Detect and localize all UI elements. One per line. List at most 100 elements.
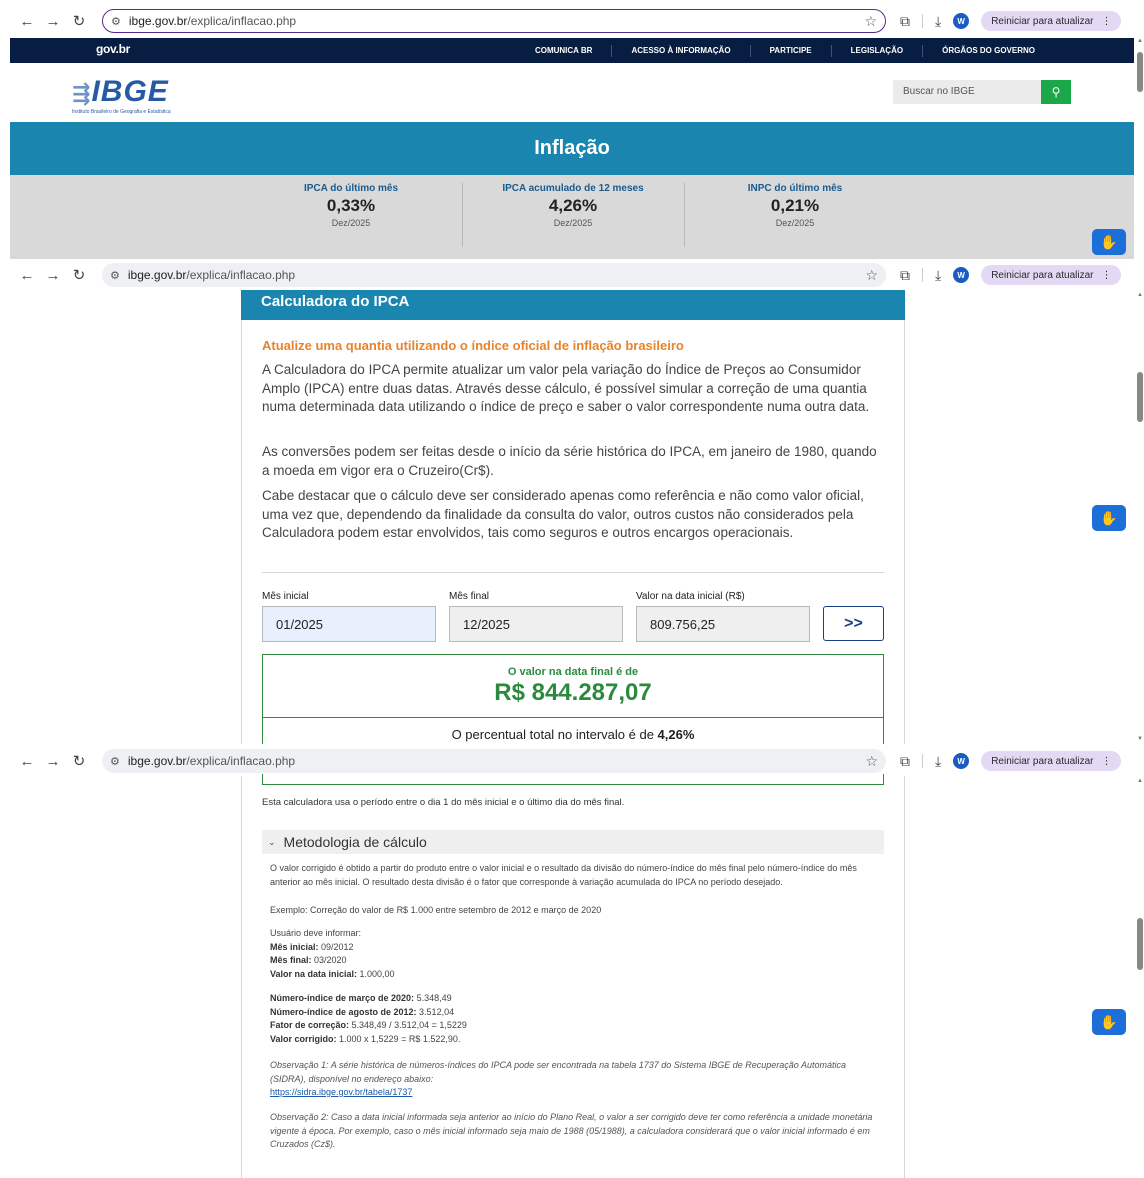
page-title: Inflação [10, 122, 1134, 175]
back-icon[interactable]: ← [14, 10, 40, 32]
start-month-label: Mês inicial [262, 591, 309, 602]
address-bar[interactable]: ⚙ ibge.gov.br/explica/inflacao.php ☆ [102, 749, 886, 773]
calc-key: Número-índice de março de 2020: [270, 993, 415, 1003]
update-label: Reiniciar para atualizar [991, 269, 1094, 281]
forward-icon[interactable]: → [40, 750, 66, 772]
profile-avatar[interactable]: W [953, 267, 970, 283]
gov-link[interactable]: PARTICIPE [749, 44, 831, 57]
ibge-logo-subtitle: Instituto Brasileiro de Geografia e Esta… [72, 109, 171, 115]
scrollbar[interactable]: ▲ [1136, 778, 1144, 1176]
ibge-logo-text: IBGE [91, 75, 169, 108]
update-button[interactable]: Reiniciar para atualizar ⋮ [981, 751, 1122, 771]
back-icon[interactable]: ← [14, 750, 40, 772]
libras-accessibility-icon[interactable]: ✋ [1092, 505, 1126, 531]
back-icon[interactable]: ← [14, 264, 40, 286]
reload-icon[interactable]: ↻ [66, 750, 92, 772]
menu-icon[interactable]: ⋮ [1101, 756, 1111, 767]
calc-value: 3.512,04 [416, 1006, 455, 1017]
profile-avatar[interactable]: W [953, 753, 970, 769]
scroll-up-icon[interactable]: ▲ [1136, 292, 1144, 298]
input-value: 03/2020 [311, 955, 347, 965]
scrollbar[interactable]: ▲ ▼ [1136, 292, 1144, 742]
forward-icon[interactable]: → [40, 264, 66, 286]
scroll-up-icon[interactable]: ▲ [1136, 778, 1144, 784]
libras-accessibility-icon[interactable]: ✋ [1092, 229, 1126, 255]
stat-label: IPCA do último mês [303, 183, 399, 194]
stat-ipca-month: IPCA do último mês 0,33% Dez/2025 [240, 183, 462, 228]
calc-line: Número-índice de agosto de 2012: 3.512,0… [270, 1006, 880, 1020]
calculation-steps: Número-índice de março de 2020: 5.348,49… [270, 992, 880, 1046]
site-info-icon[interactable]: ⚙ [110, 755, 120, 768]
stat-label: IPCA acumulado de 12 meses [502, 183, 644, 194]
bookmark-star-icon[interactable]: ☆ [865, 753, 878, 770]
download-icon[interactable]: ⤓ [935, 267, 941, 284]
scroll-up-icon[interactable]: ▲ [1136, 38, 1144, 44]
user-inputs-heading: Usuário deve informar: [270, 928, 362, 938]
stat-value: 0,21% [770, 196, 820, 215]
extensions-icon[interactable]: ⧉ [900, 267, 910, 284]
gov-link[interactable]: ACESSO À INFORMAÇÃO [611, 44, 749, 57]
scrollbar-thumb[interactable] [1137, 918, 1143, 970]
menu-icon[interactable]: ⋮ [1101, 16, 1111, 27]
result-value: R$ 844.287,07 [494, 679, 652, 706]
stats-bar: IPCA do último mês 0,33% Dez/2025 IPCA a… [10, 175, 1134, 259]
start-month-input[interactable]: 01/2025 [262, 606, 436, 642]
end-month-input[interactable]: 12/2025 [449, 606, 623, 642]
methodology-accordion[interactable]: ⌄ Metodologia de cálculo [262, 830, 884, 854]
observation-2: Observação 2: Caso a data inicial inform… [270, 1111, 880, 1152]
input-key: Mês final: [270, 955, 312, 965]
download-icon[interactable]: ⤓ [935, 13, 941, 30]
gov-link[interactable]: LEGISLAÇÃO [830, 44, 922, 57]
scrollbar-thumb[interactable] [1137, 52, 1143, 92]
amount-input[interactable]: 809.756,25 [636, 606, 810, 642]
site-info-icon[interactable]: ⚙ [111, 15, 121, 28]
browser-toolbar: ← → ↻ ⚙ ibge.gov.br/explica/inflacao.php… [0, 8, 1144, 34]
site-info-icon[interactable]: ⚙ [110, 269, 120, 282]
calc-line: Fator de correção: 5.348,49 / 3.512,04 =… [270, 1019, 880, 1033]
download-icon[interactable]: ⤓ [935, 753, 941, 770]
period-note: Esta calculadora usa o período entre o d… [262, 797, 625, 808]
profile-avatar[interactable]: W [953, 13, 970, 29]
gov-link[interactable]: ÓRGÃOS DO GOVERNO [922, 44, 1054, 57]
sidra-link[interactable]: https://sidra.ibge.gov.br/tabela/1737 [270, 1087, 412, 1097]
update-button[interactable]: Reiniciar para atualizar ⋮ [981, 265, 1122, 285]
address-bar[interactable]: ⚙ ibge.gov.br/explica/inflacao.php ☆ [102, 9, 886, 33]
search-button[interactable]: ⚲ [1041, 80, 1071, 104]
gov-links: COMUNICA BR ACESSO À INFORMAÇÃO PARTICIP… [516, 38, 1054, 63]
scrollbar-thumb[interactable] [1137, 372, 1143, 422]
amount-label: Valor na data inicial (R$) [636, 591, 745, 602]
calc-value: 1.000 x 1,5229 = R$ 1.522,90. [336, 1033, 461, 1044]
scrollbar[interactable]: ▲ [1136, 38, 1144, 258]
forward-icon[interactable]: → [40, 10, 66, 32]
methodology-intro: O valor corrigido é obtido a partir do p… [270, 863, 857, 887]
divider [262, 572, 884, 573]
stat-period: Dez/2025 [331, 218, 371, 228]
bookmark-star-icon[interactable]: ☆ [865, 267, 878, 284]
address-bar[interactable]: ⚙ ibge.gov.br/explica/inflacao.php ☆ [102, 263, 886, 287]
ibge-logo[interactable]: ⇶IBGE Instituto Brasileiro de Geografia … [72, 75, 171, 116]
calc-value: 5.348,49 / 3.512,04 = 1,5229 [349, 1020, 467, 1030]
extensions-icon[interactable]: ⧉ [900, 13, 910, 30]
result-box: O valor na data final é de R$ 844.287,07 [262, 654, 884, 718]
url-host: ibge.gov.br [128, 14, 188, 28]
result-label: O valor na data final é de [507, 666, 639, 678]
libras-accessibility-icon[interactable]: ✋ [1092, 1009, 1126, 1035]
reload-icon[interactable]: ↻ [66, 264, 92, 286]
gov-link[interactable]: COMUNICA BR [516, 45, 611, 57]
ibge-flag-icon: ⇶ [72, 81, 92, 106]
calculate-button[interactable]: >> [823, 606, 884, 641]
update-button[interactable]: Reiniciar para atualizar ⋮ [981, 11, 1122, 31]
search-input[interactable]: Buscar no IBGE [893, 80, 1041, 104]
bookmark-star-icon[interactable]: ☆ [864, 13, 877, 30]
toolbar-separator [922, 268, 923, 282]
extensions-icon[interactable]: ⧉ [900, 753, 910, 770]
input-key: Valor na data inicial: [270, 968, 358, 979]
observation-1: Observação 1: A série histórica de númer… [270, 1059, 880, 1100]
input-line: Mês inicial: 09/2012 [270, 941, 880, 955]
gov-logo[interactable]: gov.br [96, 42, 130, 56]
reload-icon[interactable]: ↻ [66, 10, 92, 32]
percent-value: 4,26% [657, 727, 695, 742]
stat-label: INPC do último mês [747, 183, 843, 194]
menu-icon[interactable]: ⋮ [1101, 270, 1111, 281]
scroll-down-icon[interactable]: ▼ [1136, 736, 1144, 742]
